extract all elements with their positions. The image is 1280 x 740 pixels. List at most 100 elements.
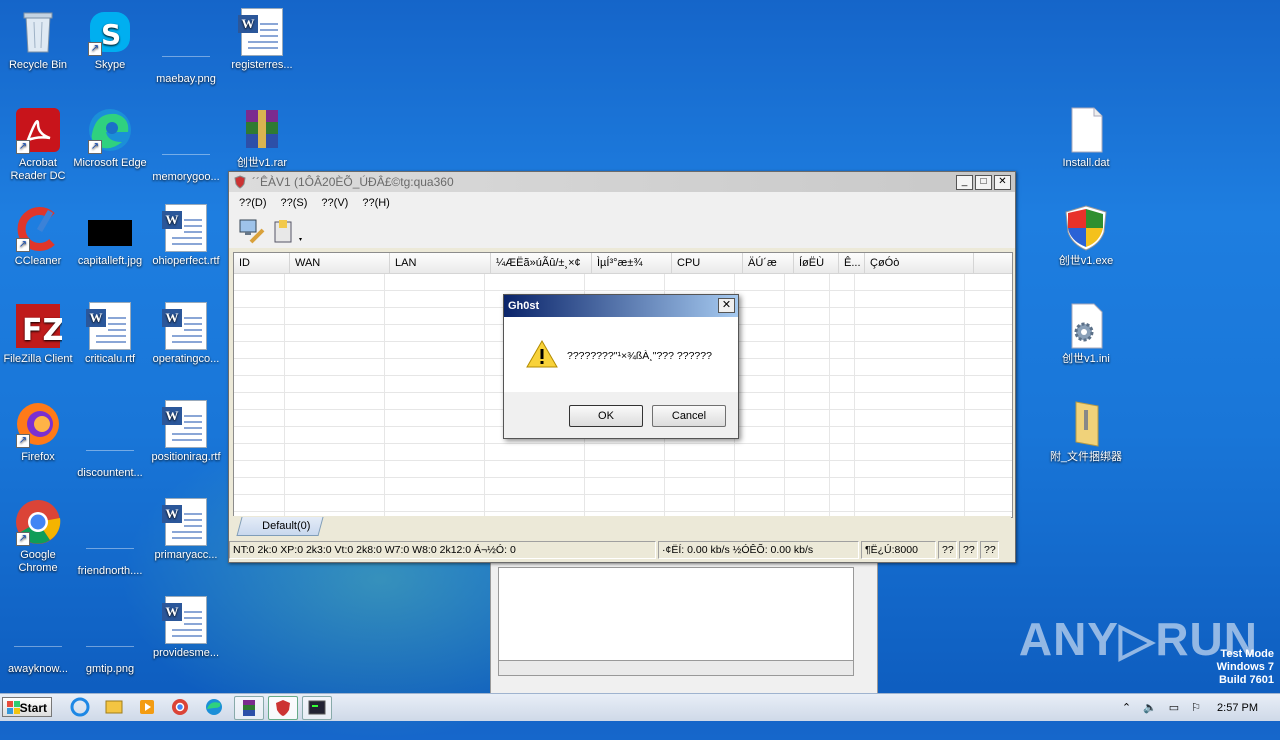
file-icon <box>14 630 62 647</box>
desktop-icon-install-dat[interactable]: Install.dat <box>1048 106 1124 170</box>
column-header-computer-name[interactable]: ¼ÆËã»úÃû/±¸×¢ <box>491 253 592 273</box>
desktop-icon-ohioperfect[interactable]: W ohioperfect.rtf <box>148 204 224 268</box>
column-header-camera[interactable]: Ê... <box>839 253 865 273</box>
word-document-icon: W <box>86 302 134 350</box>
start-label: Start <box>19 701 47 715</box>
desktop-icon-label: awayknow... <box>8 663 68 675</box>
desktop-icon-friendnorth[interactable]: friendnorth.... <box>72 516 148 578</box>
desktop-icon-label: capitalleft.jpg <box>77 255 143 267</box>
status-bar: NT:0 2k:0 XP:0 2k3:0 Vt:0 2k8:0 W7:0 W8:… <box>229 540 1015 560</box>
menu-item-view[interactable]: ??(V) <box>321 197 348 209</box>
taskbar-gh0st-icon[interactable] <box>268 696 298 720</box>
taskbar-media-player-icon[interactable] <box>133 696 161 718</box>
taskbar: Start ⌃ 🔈 ▭ ⚐ 2:57 PM <box>0 693 1280 721</box>
desktop-icon-awayknow[interactable]: awayknow... <box>0 614 76 676</box>
desktop-icon-label: positionirag.rtf <box>151 451 221 463</box>
desktop-icon-recycle-bin[interactable]: Recycle Bin <box>0 8 76 72</box>
settings-tool-button[interactable] <box>237 216 267 246</box>
clock[interactable]: 2:57 PM <box>1217 702 1258 714</box>
desktop-icon-edge[interactable]: ↗ Microsoft Edge <box>72 106 148 170</box>
column-header-lan[interactable]: LAN <box>390 253 491 273</box>
tab-default[interactable]: Default(0) <box>236 517 324 536</box>
taskbar-ie-icon[interactable] <box>66 696 94 718</box>
column-header-id[interactable]: ID <box>234 253 290 273</box>
network-icon[interactable]: ▭ <box>1169 701 1179 714</box>
desktop-icon-label: 创世v1.exe <box>1058 255 1114 267</box>
desktop-icon-positionirag[interactable]: W positionirag.rtf <box>148 400 224 464</box>
column-divider <box>829 274 830 517</box>
desktop-icon-criticalu[interactable]: W criticalu.rtf <box>72 302 148 366</box>
desktop-icon-gmtip[interactable]: gmtip.png <box>72 614 148 676</box>
column-header-speed[interactable]: ÍøËÙ <box>794 253 839 273</box>
desktop-icon-label: Google Chrome <box>18 549 58 574</box>
dialog-close-button[interactable]: ✕ <box>718 298 735 313</box>
menu-item-help[interactable]: ??(H) <box>362 197 390 209</box>
desktop-icon-exe[interactable]: 创世v1.exe <box>1048 204 1124 268</box>
desktop-icon-label: Recycle Bin <box>8 59 68 71</box>
package-icon <box>274 220 302 243</box>
taskbar-terminal-icon[interactable] <box>302 696 332 720</box>
action-center-flag-icon[interactable]: ⚐ <box>1191 701 1201 714</box>
taskbar-chrome-icon[interactable] <box>166 696 194 718</box>
desktop-icon-binder[interactable]: 附_文件捆绑器 <box>1048 400 1124 464</box>
group-tab-bar: Default(0) <box>233 516 1011 538</box>
taskbar-winrar-icon[interactable] <box>234 696 264 720</box>
column-header-cpu[interactable]: CPU <box>672 253 743 273</box>
menu-item-settings[interactable]: ??(S) <box>281 197 308 209</box>
desktop-icon-ini[interactable]: 创世v1.ini <box>1048 302 1124 366</box>
dialog-titlebar[interactable]: Gh0st ✕ <box>504 295 738 317</box>
column-header-region[interactable]: ÇøÓò <box>865 253 974 273</box>
build-tool-button[interactable] <box>271 216 302 246</box>
desktop-icon-primaryacc[interactable]: W primaryacc... <box>148 498 224 562</box>
desktop-icon-label: discountent... <box>77 467 143 479</box>
minimize-button[interactable]: _ <box>956 174 973 190</box>
taskbar-edge-icon[interactable] <box>200 696 228 718</box>
tray-expand-icon[interactable]: ⌃ <box>1122 701 1131 714</box>
desktop-icon-capitalleft[interactable]: capitalleft.jpg <box>72 204 148 268</box>
desktop-icon-rar[interactable]: 创世v1.rar <box>224 106 300 170</box>
cancel-button[interactable]: Cancel <box>652 405 726 427</box>
svg-text:S: S <box>101 18 121 51</box>
maximize-button[interactable]: □ <box>975 174 992 190</box>
desktop-icon-registerres[interactable]: W registerres... <box>224 8 300 72</box>
desktop-icon-label: ohioperfect.rtf <box>152 255 220 267</box>
desktop-icon-maebay[interactable]: maebay.png <box>148 24 224 86</box>
desktop-icon-operatingco[interactable]: W operatingco... <box>148 302 224 366</box>
desktop-icon-label: primaryacc... <box>154 549 218 561</box>
svg-text:FZ: FZ <box>22 313 62 348</box>
word-document-icon: W <box>238 8 286 56</box>
desktop-icon-skype[interactable]: S ↗ Skype <box>72 8 148 72</box>
taskbar-explorer-icon[interactable] <box>100 696 128 718</box>
window-titlebar[interactable]: ´´ÊÀV1 (1ÔÂ20ÈÕ_ÚÐÂ£©tg:qua360 _ □ ✕ <box>229 172 1015 192</box>
desktop-icon-firefox[interactable]: ↗ Firefox <box>0 400 76 464</box>
shield-icon <box>234 175 246 189</box>
blank-file-icon <box>1062 106 1110 154</box>
winrar-archive-icon <box>238 106 286 154</box>
file-icon <box>162 138 210 155</box>
desktop-icon-filezilla[interactable]: FZ FileZilla Client <box>0 302 76 366</box>
os-label: Windows 7 <box>1216 661 1274 673</box>
horizontal-scrollbar[interactable] <box>498 660 854 676</box>
menu-item-file[interactable]: ??(D) <box>239 197 267 209</box>
column-header-wan[interactable]: WAN <box>290 253 390 273</box>
column-header-memory[interactable]: ÄÚ´æ <box>743 253 794 273</box>
desktop-icon-ccleaner[interactable]: ↗ CCleaner <box>0 204 76 268</box>
word-document-icon: W <box>162 498 210 546</box>
desktop-icon-chrome[interactable]: ↗ Google Chrome <box>0 498 76 575</box>
desktop-icon-providesme[interactable]: W providesme... <box>148 596 224 660</box>
desktop-icon-label: Acrobat Reader DC <box>10 157 66 182</box>
filezilla-icon: FZ <box>14 302 64 350</box>
close-button[interactable]: ✕ <box>994 174 1011 190</box>
file-icon <box>86 532 134 549</box>
desktop-icon-label: Skype <box>94 59 126 71</box>
desktop-icon-label: memorygoo... <box>152 171 220 183</box>
desktop-icon-memorygoo[interactable]: memorygoo... <box>148 122 224 184</box>
recycle-bin-icon <box>14 8 62 56</box>
start-button[interactable]: Start <box>2 697 52 717</box>
volume-icon[interactable]: 🔈 <box>1143 701 1157 714</box>
desktop-icon-discountent[interactable]: discountent... <box>72 418 148 480</box>
ok-button[interactable]: OK <box>569 405 643 427</box>
desktop-icon-acrobat[interactable]: ↗ Acrobat Reader DC <box>0 106 76 183</box>
desktop-icon-label: 创世v1.ini <box>1062 353 1110 365</box>
column-header-os[interactable]: ÌµÍ³°æ±¾ <box>592 253 672 273</box>
